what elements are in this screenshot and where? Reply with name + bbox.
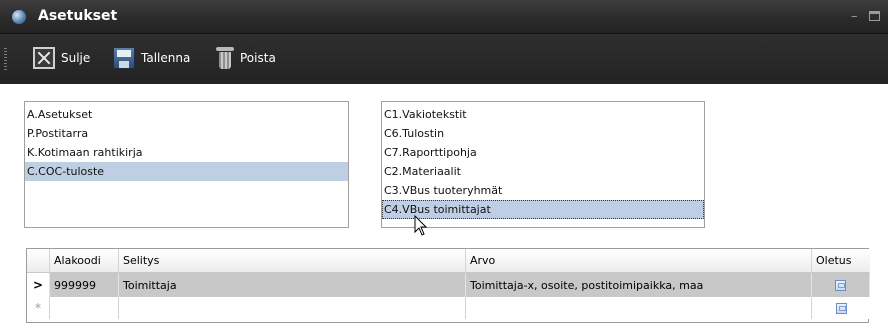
new-cell-code[interactable] xyxy=(50,297,119,319)
list-item[interactable]: C2.Materiaalit xyxy=(382,162,704,181)
list-item[interactable]: P.Postitarra xyxy=(25,124,348,143)
column-header-default[interactable]: Oletus xyxy=(812,249,870,272)
settings-grid: Alakoodi Selitys Arvo Oletus > 999999 To… xyxy=(26,248,870,323)
toolbar-grip-icon[interactable] xyxy=(4,48,7,72)
cell-default[interactable] xyxy=(812,273,870,297)
column-header-description[interactable]: Selitys xyxy=(119,249,466,272)
settings-subgroup-list[interactable]: C1.Vakiotekstit C6.Tulostin C7.Raporttip… xyxy=(381,101,705,228)
new-row[interactable]: * xyxy=(27,297,870,319)
new-cell-value[interactable] xyxy=(466,297,812,319)
delete-button-label: Poista xyxy=(240,51,276,65)
title-bar: Asetukset – xyxy=(0,0,888,34)
list-item[interactable]: A.Asetukset xyxy=(25,105,348,124)
list-item[interactable]: C6.Tulostin xyxy=(382,124,704,143)
list-item[interactable]: K.Kotimaan rahtikirja xyxy=(25,143,348,162)
cell-code[interactable]: 999999 xyxy=(50,273,119,297)
close-button[interactable]: Sulje xyxy=(33,45,90,71)
new-cell-default[interactable] xyxy=(812,297,870,319)
list-item[interactable]: C7.Raporttipohja xyxy=(382,143,704,162)
row-selector-header[interactable] xyxy=(27,249,50,272)
list-item-selected[interactable]: C4.VBus toimittajat xyxy=(382,200,704,219)
table-row[interactable]: > 999999 Toimittaja Toimittaja-x, osoite… xyxy=(27,273,870,297)
app-icon xyxy=(12,10,26,24)
trash-can-icon xyxy=(216,46,234,70)
cell-description[interactable]: Toimittaja xyxy=(119,273,466,297)
settings-group-list[interactable]: A.Asetukset P.Postitarra K.Kotimaan raht… xyxy=(24,101,349,228)
default-checkbox-icon[interactable] xyxy=(835,279,846,291)
grid-header-row: Alakoodi Selitys Arvo Oletus xyxy=(27,249,870,273)
close-button-label: Sulje xyxy=(61,51,91,65)
cell-value[interactable]: Toimittaja-x, osoite, postitoimipaikka, … xyxy=(466,273,812,297)
delete-button[interactable]: Poista xyxy=(216,45,276,71)
list-item-selected[interactable]: C.COC-tuloste xyxy=(25,162,348,181)
save-button-label: Tallenna xyxy=(141,51,191,65)
maximize-button[interactable] xyxy=(869,11,880,21)
floppy-disk-icon xyxy=(113,47,135,69)
toolbar: Sulje Tallenna Poista xyxy=(0,34,888,84)
column-header-code[interactable]: Alakoodi xyxy=(50,249,119,272)
window-title: Asetukset xyxy=(38,8,118,24)
list-item[interactable]: C1.Vakiotekstit xyxy=(382,105,704,124)
column-header-value[interactable]: Arvo xyxy=(466,249,812,272)
settings-window: Asetukset – Sulje Tallenna Poista A.Aset… xyxy=(0,0,888,333)
new-cell-description[interactable] xyxy=(119,297,466,319)
default-checkbox-icon[interactable] xyxy=(835,302,847,314)
new-row-asterisk-icon: * xyxy=(27,297,50,319)
save-button[interactable]: Tallenna xyxy=(113,45,190,71)
minimize-button[interactable]: – xyxy=(851,10,858,24)
current-row-indicator-icon[interactable]: > xyxy=(27,273,50,297)
close-icon xyxy=(33,47,55,69)
list-item[interactable]: C3.VBus tuoteryhmät xyxy=(382,181,704,200)
